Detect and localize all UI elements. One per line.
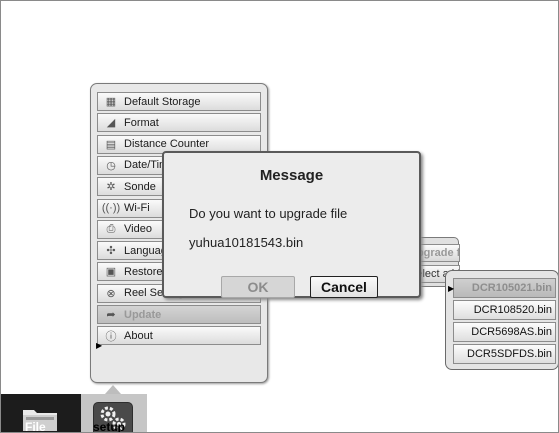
file-tab-label: File — [25, 420, 46, 433]
menu-item-label: Format — [124, 116, 159, 129]
video-icon: ⎙ — [106, 222, 116, 235]
file-selection-arrow-icon: ▶ — [448, 284, 455, 293]
menu-item-label: Sonde — [124, 180, 156, 193]
menu-item-label: Wi-Fi — [124, 202, 150, 214]
update-icon: ➦ — [106, 309, 116, 321]
storage-icon: ▦ — [105, 96, 117, 108]
message-dialog: Message Do you want to upgrade file yuhu… — [162, 151, 421, 298]
active-tab-pointer — [105, 385, 121, 394]
menu-item-label: Default Storage — [124, 95, 201, 108]
wifi-icon: ((·)) — [101, 202, 121, 214]
dialog-filename: yuhua10181543.bin — [189, 235, 304, 250]
file-item[interactable]: DCR108520.bin — [453, 300, 556, 320]
language-icon: ✣ — [106, 245, 116, 258]
menu-item-about[interactable]: ⓘ About — [97, 326, 261, 346]
menu-item-label: Video — [124, 223, 152, 236]
setup-tab-label: setup — [93, 420, 126, 433]
menu-item-label: Distance Counter — [124, 138, 209, 151]
menu-item-label: Update — [124, 308, 162, 321]
menu-item-format[interactable]: ◢ Format — [97, 113, 261, 133]
menu-item-default-storage[interactable]: ▦ Default Storage — [97, 92, 261, 111]
dialog-title: Message — [259, 167, 324, 184]
selection-arrow-icon: ▶ — [96, 341, 103, 350]
eraser-icon: ◢ — [106, 117, 116, 130]
reel-icon: ⊗ — [106, 287, 116, 300]
menu-item-label: About — [124, 329, 153, 342]
counter-icon: ▤ — [105, 138, 117, 151]
dialog-question: Do you want to upgrade file — [189, 206, 348, 221]
ok-button[interactable]: OK — [221, 276, 295, 298]
clock-icon: ◷ — [106, 159, 116, 172]
file-item-selected[interactable]: DCR105021.bin — [453, 278, 556, 298]
menu-item-label: Restore — [124, 265, 163, 278]
sonde-icon: ✲ — [106, 181, 116, 194]
bin-file-list: DCR105021.bin DCR108520.bin DCR5698AS.bi… — [445, 270, 558, 370]
file-item[interactable]: DCR5698AS.bin — [453, 322, 556, 342]
device-screen: ▦ Default Storage ◢ Format ▤ Distance Counter… — [0, 0, 559, 433]
restore-icon: ▣ — [105, 266, 117, 279]
menu-item-update[interactable]: ➦ Update — [97, 305, 261, 324]
file-item[interactable]: DCR5SDFDS.bin — [453, 344, 556, 364]
cancel-button[interactable]: Cancel — [310, 276, 378, 298]
